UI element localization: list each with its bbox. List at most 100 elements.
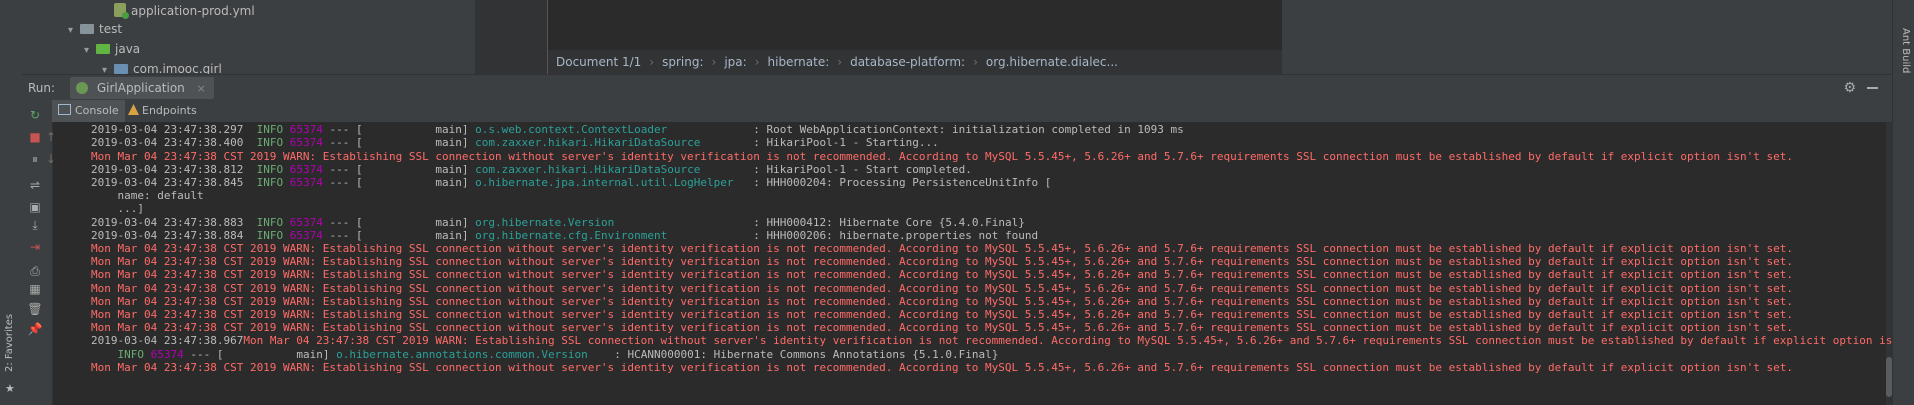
log-message: name: default (91, 189, 204, 203)
breadcrumb-item[interactable]: org.hibernate.dialec... (978, 50, 1126, 74)
run-tab-girlapplication[interactable]: GirlApplication × (70, 77, 214, 99)
log-warning: Mon Mar 04 23:47:38 CST 2019 WARN: Estab… (243, 334, 1892, 348)
tab-console[interactable]: Console (52, 100, 125, 122)
log-message: : Root WebApplicationContext: initializa… (746, 123, 1184, 137)
soft-wrap-icon[interactable]: ⇌ (28, 178, 42, 192)
yaml-file-icon (114, 3, 129, 19)
tab-endpoints[interactable]: Endpoints (122, 100, 203, 122)
log-warning: Mon Mar 04 23:47:38 CST 2019 WARN: Estab… (91, 242, 1793, 255)
chevron-down-icon[interactable]: ▾ (68, 21, 80, 41)
log-level: INFO (256, 228, 284, 242)
log-level: INFO (256, 215, 284, 229)
log-pid: 65374 (289, 215, 323, 229)
log-warning: Mon Mar 04 23:47:38 CST 2019 WARN: Estab… (91, 294, 1793, 308)
breadcrumb-item[interactable]: Document 1/1 (556, 50, 649, 74)
log-level: INFO (256, 136, 284, 150)
camera-icon[interactable]: ▣ (28, 200, 42, 214)
log-pid: 65374 (289, 228, 323, 242)
ant-build-label: Ant Build (1900, 28, 1911, 74)
log-thread: --- [ main] (322, 136, 476, 150)
log-warning: Mon Mar 04 23:47:38 CST 2019 WARN: Estab… (91, 308, 1793, 321)
log-line: 2019-03-04 23:47:38.400 INFO 65374 --- [… (91, 136, 939, 149)
breadcrumb-item[interactable]: jpa: (716, 50, 754, 74)
log-timestamp: 2019-03-04 23:47:38.845 (91, 176, 244, 189)
log-thread: --- [ main] (322, 228, 476, 242)
ant-build-tool-button[interactable]: Ant Build (1900, 28, 1911, 73)
log-logger: com.zaxxer.hikari.HikariDataSource (475, 136, 747, 150)
log-warning: Mon Mar 04 23:47:38 CST 2019 WARN: Estab… (91, 149, 1793, 163)
log-line: Mon Mar 04 23:47:38 CST 2019 WARN: Estab… (91, 361, 1793, 374)
log-pid: 65374 (289, 162, 323, 176)
rerun-icon[interactable]: ↻ (28, 108, 42, 122)
vertical-scrollbar[interactable] (1886, 122, 1892, 405)
log-timestamp: 2019-03-04 23:47:38.883 (91, 215, 244, 229)
trash-icon[interactable]: 🗑 (27, 302, 42, 316)
spring-boot-icon (76, 82, 88, 94)
log-message: : HHH000206: hibernate.properties not fo… (746, 228, 1039, 242)
favorites-tool-button[interactable]: 2: Favorites (4, 314, 15, 372)
console-icon (58, 104, 71, 115)
breadcrumb: Document 1/1 › spring: › jpa: › hibernate: › dat… (548, 50, 1282, 74)
chevron-down-icon[interactable]: ▾ (84, 41, 96, 61)
source-folder-icon (96, 44, 110, 54)
stop-icon[interactable]: ■ (28, 130, 42, 144)
log-message: : HikariPool-1 - Starting... (746, 136, 939, 150)
tree-item[interactable]: application-prod.yml (114, 1, 255, 21)
editor-gutter (475, 0, 548, 74)
log-logger: com.zaxxer.hikari.HikariDataSource (475, 162, 747, 176)
log-line: ...] (91, 202, 144, 215)
log-thread: --- [ main] (183, 347, 337, 361)
log-line: Mon Mar 04 23:47:38 CST 2019 WARN: Estab… (91, 150, 1793, 163)
log-line: name: default (91, 189, 204, 203)
star-icon: ★ (5, 382, 15, 395)
tree-item-label: application-prod.yml (131, 4, 255, 18)
breadcrumb-item[interactable]: database-platform: (842, 50, 973, 74)
log-timestamp: 2019-03-04 23:47:38.812 (91, 162, 244, 176)
log-logger: org.hibernate.Version (475, 215, 747, 229)
scrollbar-thumb[interactable] (1886, 357, 1892, 397)
log-line: Mon Mar 04 23:47:38 CST 2019 WARN: Estab… (91, 295, 1793, 308)
log-logger: o.hibernate.jpa.internal.util.LogHelper (475, 176, 747, 189)
log-line: 2019-03-04 23:47:38.812 INFO 65374 --- [… (91, 163, 972, 176)
close-icon[interactable]: × (197, 82, 206, 95)
gear-icon[interactable]: ⚙ (1843, 75, 1856, 101)
log-line: 2019-03-04 23:47:38.297 INFO 65374 --- [… (91, 123, 1184, 136)
pin-icon[interactable]: 📌 (28, 322, 43, 336)
log-timestamp: 2019-03-04 23:47:38.400 (91, 136, 244, 150)
log-level: INFO (256, 176, 284, 189)
right-tool-strip: Ant Build (1892, 0, 1914, 405)
log-pid: 65374 (289, 176, 323, 189)
log-warning: Mon Mar 04 23:47:38 CST 2019 WARN: Estab… (91, 268, 1793, 282)
log-message: : HCANN000001: Hibernate Commons Annotat… (607, 347, 999, 361)
print-icon[interactable]: ⎙ (28, 264, 42, 278)
tree-item[interactable]: ▾ test (68, 19, 122, 39)
log-line: Mon Mar 04 23:47:38 CST 2019 WARN: Estab… (91, 321, 1793, 334)
log-line: INFO 65374 --- [ main] o.hibernate.annot… (91, 348, 998, 361)
endpoints-icon (128, 104, 139, 115)
scroll-to-end-icon[interactable]: ⤓ (28, 218, 42, 232)
tree-item-label: test (99, 22, 123, 36)
log-line: Mon Mar 04 23:47:38 CST 2019 WARN: Estab… (91, 268, 1793, 281)
hide-icon[interactable] (1867, 87, 1878, 89)
console-tabs: Console Endpoints (52, 100, 1892, 123)
log-warning: Mon Mar 04 23:47:38 CST 2019 WARN: Estab… (91, 281, 1793, 295)
log-message: : HHH000204: Processing PersistenceUnitI… (746, 176, 1052, 189)
breadcrumb-item[interactable]: spring: (654, 50, 711, 74)
pause-icon[interactable]: ⏸ (28, 152, 42, 166)
log-pid: 65374 (289, 123, 323, 137)
log-line: 2019-03-04 23:47:38.883 INFO 65374 --- [… (91, 216, 1025, 229)
log-timestamp: 2019-03-04 23:47:38.297 (91, 123, 244, 137)
log-thread: --- [ main] (322, 123, 476, 137)
tab-endpoints-label: Endpoints (142, 104, 197, 117)
log-timestamp: 2019-03-04 23:47:38.884 (91, 228, 244, 242)
run-label: Run: (28, 81, 56, 95)
console-output[interactable]: 2019-03-04 23:47:38.297 INFO 65374 --- [… (53, 122, 1892, 405)
exit-icon[interactable]: ⇥ (28, 240, 42, 254)
log-warning: Mon Mar 04 23:47:38 CST 2019 WARN: Estab… (91, 321, 1793, 335)
breadcrumb-item[interactable]: hibernate: (760, 50, 838, 74)
tree-item[interactable]: ▾ java (84, 39, 140, 59)
log-pid: 65374 (289, 136, 323, 150)
editor-area[interactable] (548, 0, 1282, 50)
layout-icon[interactable]: ▦ (28, 282, 42, 296)
favorites-label: 2: Favorites (4, 313, 15, 372)
